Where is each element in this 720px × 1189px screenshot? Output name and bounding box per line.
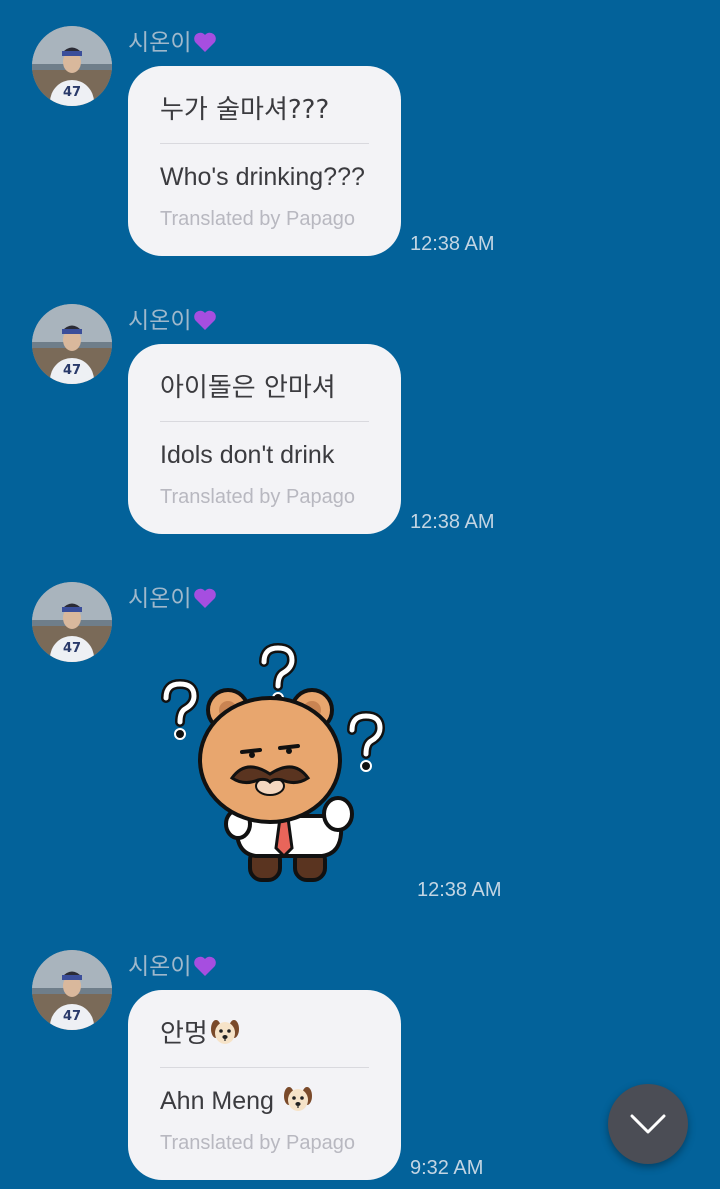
original-text: 아이돌은 안마셔 — [160, 373, 336, 403]
translation-credit: Translated by Papago — [160, 486, 355, 508]
avatar[interactable]: 47 — [32, 950, 112, 1030]
confused-bear-mustache-sticker[interactable] — [150, 638, 390, 888]
message-bubble[interactable]: 누가 술마셔??? Who's drinking??? Translated b… — [128, 66, 401, 256]
svg-text:47: 47 — [63, 641, 81, 656]
message-time: 12:38 AM — [417, 879, 502, 901]
translated-text-content: Ahn Meng — [160, 1087, 274, 1115]
sender-name-text: 시온이 — [128, 586, 192, 612]
purple-heart-icon — [193, 587, 217, 616]
sender-name-text: 시온이 — [128, 954, 192, 980]
original-text-content: 안멍 — [160, 1019, 208, 1049]
original-text: 안멍 — [160, 1018, 240, 1054]
divider — [160, 421, 369, 422]
avatar[interactable]: 47 — [32, 304, 112, 384]
sender-name: 시온이 — [128, 953, 217, 984]
sender-name: 시온이 — [128, 307, 217, 338]
divider — [160, 1067, 369, 1068]
sender-name-text: 시온이 — [128, 30, 192, 56]
message-bubble[interactable]: 아이돌은 안마셔 Idols don't drink Translated by… — [128, 344, 401, 534]
avatar[interactable]: 47 — [32, 582, 112, 662]
avatar[interactable]: 47 — [32, 26, 112, 106]
translation-credit: Translated by Papago — [160, 1132, 355, 1154]
dog-face-icon — [210, 1018, 240, 1054]
scroll-down-button[interactable] — [608, 1084, 688, 1164]
purple-heart-icon — [193, 955, 217, 984]
message-time: 12:38 AM — [410, 233, 495, 255]
original-text: 누가 술마셔??? — [160, 95, 330, 125]
sender-name-text: 시온이 — [128, 308, 192, 334]
translated-text: Who's drinking??? — [160, 163, 365, 191]
svg-text:47: 47 — [63, 1009, 81, 1024]
purple-heart-icon — [193, 309, 217, 338]
message-time: 12:38 AM — [410, 511, 495, 533]
message-bubble[interactable]: 안멍 Ahn Meng Translated by Papago — [128, 990, 401, 1180]
purple-heart-icon — [193, 31, 217, 60]
sender-name: 시온이 — [128, 585, 217, 616]
chevron-down-icon — [630, 1114, 666, 1134]
message-time: 9:32 AM — [410, 1157, 484, 1179]
svg-text:47: 47 — [63, 85, 81, 100]
svg-text:47: 47 — [63, 363, 81, 378]
divider — [160, 143, 369, 144]
translation-credit: Translated by Papago — [160, 208, 355, 230]
translated-text: Ahn Meng — [160, 1085, 313, 1121]
sender-name: 시온이 — [128, 29, 217, 60]
dog-face-icon — [283, 1085, 313, 1121]
translated-text: Idols don't drink — [160, 441, 335, 469]
